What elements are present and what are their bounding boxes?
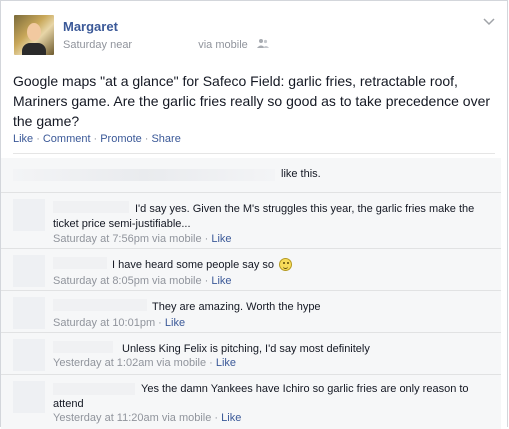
comment-text: I have heard some people say so [112,259,275,271]
promote-link[interactable]: Promote [100,133,142,145]
smiley-icon [279,258,293,271]
separator: · [36,133,40,145]
comment-item: Unless King Felix is pitching, I'd say m… [1,332,501,375]
comment-item: I'd say yes. Given the M's struggles thi… [1,192,501,249]
commenter-avatar[interactable] [13,339,45,371]
comment-timestamp[interactable]: Yesterday at 11:20am via mobile [53,412,211,424]
comment-item: I have heard some people say so Saturday… [1,248,501,291]
story-card: Margaret Saturday near via mobile Google… [0,0,508,429]
post-meta: Saturday near via mobile [63,38,269,51]
comment-like-link[interactable]: Like [211,233,231,245]
like-link[interactable]: Like [13,133,33,145]
comment-meta: Saturday at 10:01pm · Like [53,317,186,329]
comment-meta: Yesterday at 11:20am via mobile · Like [53,412,242,424]
divider [13,153,495,154]
friends-icon[interactable] [256,38,269,51]
redacted-commenter-name [53,299,147,311]
commenter-avatar[interactable] [13,381,45,413]
comment-link[interactable]: Comment [43,133,91,145]
post-actions: Like · Comment · Promote · Share [13,133,181,145]
post-via: via mobile [198,39,248,51]
likes-text: like this. [281,168,321,180]
comment-item: Yes the damn Yankees have Ichiro so garl… [1,374,501,429]
comment-text-wrap: I have heard some people say so [112,258,492,273]
chevron-down-icon[interactable] [483,15,495,29]
commenter-avatar[interactable] [13,199,45,231]
post-text: Google maps "at a glance" for Safeco Fie… [13,73,491,129]
redacted-likers [13,169,275,181]
comment-meta: Saturday at 7:56pm via mobile · Like [53,233,232,245]
commenter-avatar[interactable] [13,297,45,329]
comment-like-link[interactable]: Like [216,357,236,369]
comment-meta: Saturday at 8:05pm via mobile · Like [53,275,232,287]
comment-text: Unless King Felix is pitching, I'd say m… [122,343,370,355]
share-link[interactable]: Share [151,133,180,145]
comment-like-link[interactable]: Like [165,317,185,329]
comment-timestamp[interactable]: Saturday at 8:05pm via mobile [53,275,202,287]
comment-text: I'd say yes. Given the M's struggles thi… [53,203,475,230]
comment-text: Yes the damn Yankees have Ichiro so garl… [53,383,469,410]
redacted-commenter-name [53,257,107,269]
author-avatar[interactable] [14,15,54,55]
avatar-shirt [22,43,46,55]
comment-meta: Yesterday at 1:02am via mobile · Like [53,357,237,369]
comment-timestamp[interactable]: Yesterday at 1:02am via mobile [53,357,206,369]
avatar-face [27,23,41,41]
comment-timestamp[interactable]: Saturday at 10:01pm [53,317,155,329]
comment-item: They are amazing. Worth the hype Saturda… [1,290,501,333]
comment-timestamp[interactable]: Saturday at 7:56pm via mobile [53,233,202,245]
separator: · [144,133,149,145]
comment-like-link[interactable]: Like [221,412,241,424]
separator: · [93,133,98,145]
commenter-avatar[interactable] [13,255,45,287]
comment-like-link[interactable]: Like [211,275,231,287]
comment-text: They are amazing. Worth the hype [152,301,321,313]
likes-row: like this. [1,158,501,192]
post-timestamp[interactable]: Saturday near [63,39,132,51]
author-name[interactable]: Margaret [63,19,118,34]
redacted-commenter-name [53,341,113,353]
